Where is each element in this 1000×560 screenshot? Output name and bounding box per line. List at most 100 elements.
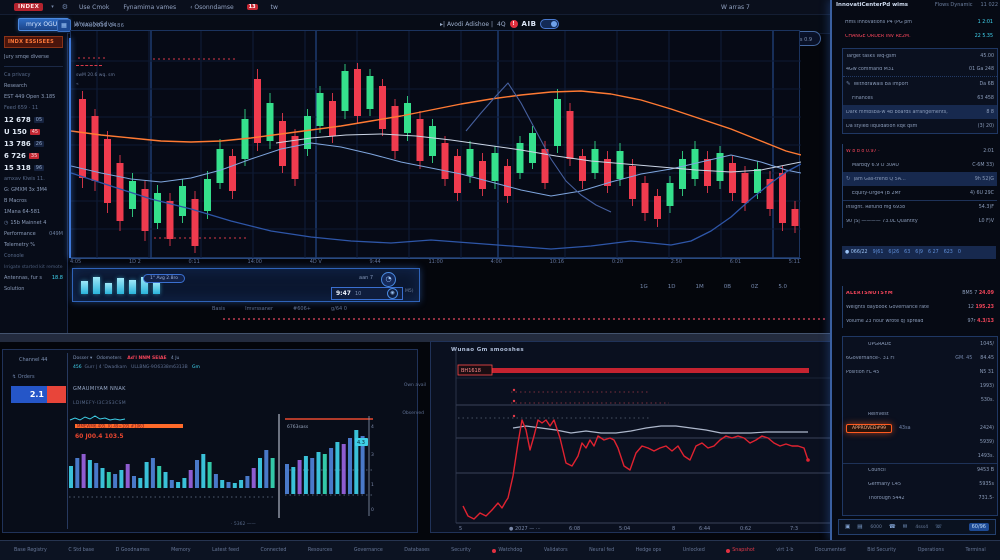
menu-item-coordinates[interactable]: ‹ Osonndamse bbox=[187, 4, 237, 11]
page-button[interactable]: 6 27 bbox=[928, 250, 939, 255]
footer-chip[interactable]: 60/96 bbox=[969, 523, 989, 531]
wrench-icon[interactable]: ⚙ bbox=[62, 3, 68, 11]
watchlist-row[interactable]: U 15045 bbox=[4, 126, 63, 138]
sidebar-row[interactable]: Insight. Refund mg 693854.3)F bbox=[843, 200, 997, 214]
timeframe-button[interactable]: 5.0 bbox=[778, 284, 787, 290]
approved-button[interactable]: APPROVED#99 bbox=[846, 424, 892, 433]
sidebar-item[interactable]: Console bbox=[4, 251, 63, 262]
sidebar-row[interactable]: 1993) bbox=[843, 379, 997, 393]
watchlist-row[interactable]: 6 72635 bbox=[4, 150, 63, 162]
sidebar-item[interactable]: Irrigate started kit remote bbox=[4, 262, 63, 273]
mail-icon[interactable]: ✉ bbox=[903, 524, 908, 530]
avg-pill[interactable]: 1° Avg 2.8ro bbox=[143, 274, 185, 283]
sidebar-row[interactable]: Germany C455935s bbox=[843, 477, 997, 491]
sidebar-row[interactable]: ✎Withdrawals Ba ImportDa 6B bbox=[843, 77, 997, 91]
volume-panel[interactable]: 1° Avg 2.8ro aan 7 ◔ 9:47 10 ◉ M5) bbox=[72, 268, 420, 302]
sidebar-item[interactable]: EST 449 Open 3.185 bbox=[4, 92, 63, 103]
sidebar-row[interactable]: Reinvest bbox=[843, 407, 997, 421]
sidebar-item[interactable]: Solution bbox=[4, 284, 63, 295]
timeframe-button[interactable]: 1G bbox=[640, 284, 648, 290]
metric-red-box[interactable] bbox=[47, 386, 66, 403]
sidebar-row[interactable]: Volume 23 hour wrote q) spread97r 4.3/13 bbox=[843, 314, 997, 328]
camera-icon[interactable]: ▣ bbox=[845, 524, 850, 530]
sidebar-row[interactable]: Dark mmbsba-w 4b boards arrangements,8 8 bbox=[843, 105, 997, 119]
phone-icon[interactable]: ☎ bbox=[889, 524, 896, 530]
status-item[interactable]: virt 1·b bbox=[776, 548, 793, 553]
sidebar-row[interactable]: Marbqy 6.9 O 30AUC-6M 33) bbox=[843, 158, 997, 172]
status-item[interactable]: Databases bbox=[404, 548, 429, 553]
sidebar-row[interactable]: Hms Innovations P4 (PG pm1 2:01 bbox=[842, 15, 996, 29]
sidebar-item[interactable]: Telemetry % bbox=[4, 240, 63, 251]
sidebar-row[interactable]: UPGRADE1045/ bbox=[843, 337, 997, 351]
sidebar-row[interactable]: ALERTSNOTSYMBM5 7 24.09 bbox=[843, 286, 997, 300]
sidebar-item[interactable]: Ca privacy bbox=[4, 70, 63, 81]
sidebar-item[interactable]: Research bbox=[4, 81, 63, 92]
globe-icon[interactable]: ◉ bbox=[387, 288, 398, 299]
status-item[interactable]: C Std base bbox=[68, 548, 94, 553]
sidebar-item[interactable]: Jury smqe diverse bbox=[4, 52, 63, 63]
volume-profile-chart[interactable]: MMEWM6 405. IG 49=105 #106360 J00.4 103.… bbox=[67, 414, 375, 522]
sidebar-row[interactable]: Position FL 45N5 31 bbox=[843, 365, 997, 379]
status-item[interactable]: Security bbox=[451, 548, 471, 553]
sidebar-row[interactable]: 4Gw command M3101 Ga 248 bbox=[843, 63, 997, 77]
sidebar-row[interactable]: Da styled liquidation kqk qsm(3) 20) bbox=[843, 119, 997, 133]
page-button[interactable]: 9|61 bbox=[873, 250, 884, 255]
sidebar-row[interactable]: Equity-Urge4 (B 2Mr4) 6U 29C bbox=[843, 186, 997, 200]
watchlist-row[interactable]: 13 78626 bbox=[4, 138, 63, 150]
sidebar-row[interactable]: Thorough 5442731.5- bbox=[843, 491, 997, 505]
sidebar-row[interactable]: 90 |S| ———— 73.0L QuantityL0 F)V bbox=[843, 214, 997, 228]
status-item[interactable]: Base Registry bbox=[14, 548, 47, 553]
sidebar-row[interactable]: 5939) bbox=[843, 435, 997, 449]
status-item[interactable]: Memory bbox=[171, 548, 191, 553]
sidebar-item[interactable]: B Macros bbox=[4, 196, 63, 207]
sidebar-item[interactable]: Feed 659 · 11 bbox=[4, 103, 63, 114]
sidebar-item[interactable]: ◷15b Mainnet 4 bbox=[4, 218, 63, 229]
sidebar-item[interactable]: Antennas, fur s18.8 bbox=[4, 273, 63, 284]
sidebar-item[interactable]: Performance049M bbox=[4, 229, 63, 240]
grid-view-icon[interactable]: ▦ bbox=[57, 19, 71, 32]
timeframe-button[interactable]: 1D bbox=[668, 284, 676, 290]
status-item[interactable]: Terminal bbox=[965, 548, 985, 553]
page-button[interactable]: 623 bbox=[944, 250, 953, 255]
sidebar-row[interactable]: Council9453 B bbox=[843, 463, 997, 477]
sidebar-item[interactable]: G: GMXM 3x 3M4 bbox=[4, 185, 63, 196]
sidebar-row[interactable]: Target tasks Wq-gsm45.00 bbox=[843, 49, 997, 63]
mode-badge[interactable]: 4Q bbox=[497, 21, 506, 28]
page-button[interactable]: 6|9 bbox=[915, 250, 923, 255]
sidebar-row[interactable]: ↻Jam Gas-trend Q 5A…9h 52)G bbox=[843, 172, 997, 186]
timeframe-button[interactable]: 0Z bbox=[751, 284, 758, 290]
status-item[interactable]: Connected bbox=[261, 548, 287, 553]
sidebar-item[interactable]: amxav Kiwis 11. bbox=[4, 174, 63, 185]
metric-blue-box[interactable]: 2.1 bbox=[11, 386, 47, 403]
aib-toggle[interactable] bbox=[540, 19, 559, 29]
status-item[interactable]: Governance bbox=[354, 548, 383, 553]
orders-label[interactable]: ↯ Orders bbox=[12, 374, 35, 380]
sidebar-row[interactable]: CHANGE ORDER INV RE2M.22 5.35 bbox=[842, 29, 996, 43]
status-item[interactable]: Operations bbox=[918, 548, 944, 553]
status-item[interactable]: Latest feed bbox=[212, 548, 239, 553]
sidebar-header-badge[interactable]: INDX ESSISEES bbox=[4, 36, 63, 48]
sidebar-row[interactable]: 1493s. bbox=[843, 449, 997, 463]
sidebar-row[interactable]: Finances63 458 bbox=[843, 91, 997, 105]
alert-badge[interactable]: ! bbox=[510, 20, 518, 28]
sidebar-row[interactable]: 530s. bbox=[843, 393, 997, 407]
phone-2-icon[interactable]: ☏ bbox=[935, 524, 942, 530]
candlestick-chart[interactable] bbox=[71, 31, 801, 259]
account-circle-icon[interactable]: ◔ bbox=[381, 272, 396, 287]
candlestick-chart-panel[interactable] bbox=[70, 30, 800, 258]
watchlist-row[interactable]: 12 67805 bbox=[4, 114, 63, 126]
index-badge[interactable]: INDEX bbox=[14, 3, 43, 11]
status-item[interactable]: Unlocked bbox=[683, 548, 705, 553]
printer-icon[interactable]: ▤ bbox=[857, 524, 862, 530]
dosser-dropdown[interactable]: Dosser ▾ bbox=[73, 356, 92, 361]
sidebar-row[interactable]: APPROVED#9943sa2424) bbox=[843, 421, 997, 435]
status-item[interactable]: Resources bbox=[308, 548, 333, 553]
timeframe-button[interactable]: 0B bbox=[724, 284, 731, 290]
page-button[interactable]: 63 bbox=[904, 250, 910, 255]
status-item[interactable]: Hedge ops bbox=[636, 548, 662, 553]
status-item[interactable]: Documented bbox=[815, 548, 846, 553]
status-item[interactable]: D Goodnames bbox=[116, 548, 150, 553]
menu-item-1[interactable]: Use Cmok bbox=[76, 4, 112, 11]
watchlist-row[interactable]: 15 31896 bbox=[4, 162, 63, 174]
page-button[interactable]: 6|26 bbox=[888, 250, 899, 255]
